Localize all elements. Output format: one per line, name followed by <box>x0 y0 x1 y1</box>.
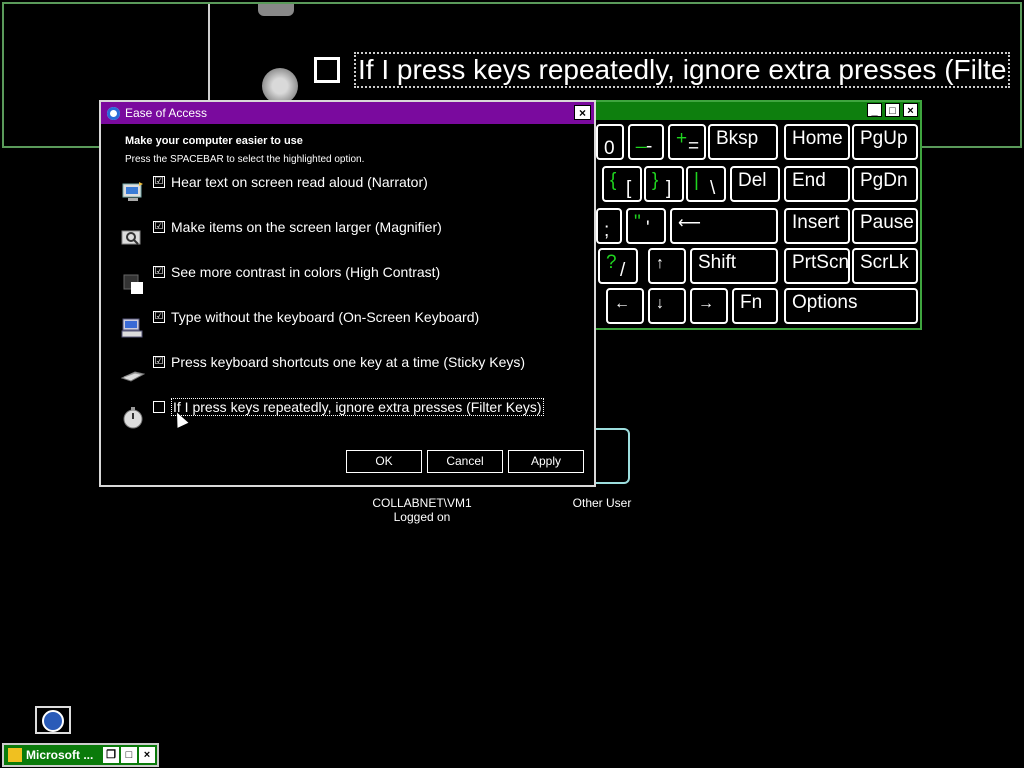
key-semicolon[interactable]: ; <box>596 208 622 244</box>
ease-of-access-icon <box>42 710 64 732</box>
ease-of-access-button[interactable] <box>35 706 71 734</box>
close-button[interactable]: × <box>903 103 918 117</box>
sticky-keys-icon <box>120 360 146 384</box>
filter-keys-label[interactable]: If I press keys repeatedly, ignore extra… <box>171 398 544 416</box>
osk-checkbox[interactable]: ☑ <box>153 311 165 323</box>
magnified-option-label: If I press keys repeatedly, ignore extra… <box>354 52 1011 88</box>
window-icon <box>8 748 22 762</box>
magnified-icon-fragment <box>258 4 294 16</box>
ease-of-access-dialog: Ease of Access × Make your computer easi… <box>99 100 596 487</box>
ok-button[interactable]: OK <box>346 450 422 473</box>
key-pgup[interactable]: PgUp <box>852 124 918 160</box>
minimize-button[interactable]: _ <box>867 103 882 117</box>
osk-titlebar[interactable]: _ □ × <box>562 102 920 120</box>
key-end[interactable]: End <box>784 166 850 202</box>
magnifier-label[interactable]: Make items on the screen larger (Magnifi… <box>171 219 442 235</box>
key-delete[interactable]: Del <box>730 166 780 202</box>
key-quote[interactable]: " ' <box>626 208 666 244</box>
key-equals[interactable]: + = <box>668 124 706 160</box>
other-user-label[interactable]: Other User <box>566 496 638 510</box>
dialog-title: Ease of Access <box>125 106 208 120</box>
key-shift[interactable]: Shift <box>690 248 778 284</box>
high-contrast-checkbox[interactable]: ☑ <box>153 266 165 278</box>
user-account-label: COLLABNET\VM1 Logged on <box>360 496 484 524</box>
key-close-bracket[interactable]: }] <box>644 166 684 202</box>
minimized-window[interactable]: Microsoft ... ❐ □ × <box>2 743 159 767</box>
ease-of-access-icon <box>107 106 120 120</box>
restore-button[interactable]: ❐ <box>103 747 119 763</box>
magnified-checkbox <box>314 57 340 83</box>
key-backslash[interactable]: | \ <box>686 166 726 202</box>
key-pause[interactable]: Pause <box>852 208 918 244</box>
key-slash[interactable]: ? / <box>598 248 638 284</box>
dialog-titlebar[interactable]: Ease of Access × <box>101 102 594 124</box>
keyboard-icon <box>121 315 145 339</box>
apply-button[interactable]: Apply <box>508 450 584 473</box>
key-right-arrow[interactable]: → <box>690 288 728 324</box>
key-up-arrow[interactable]: ↑ <box>648 248 686 284</box>
narrator-icon <box>121 180 145 204</box>
stopwatch-icon <box>121 405 145 429</box>
dialog-subheading: Press the SPACEBAR to select the highlig… <box>125 154 365 165</box>
dialog-heading: Make your computer easier to use <box>125 135 303 147</box>
maximize-button[interactable]: □ <box>121 747 137 763</box>
high-contrast-label[interactable]: See more contrast in colors (High Contra… <box>171 264 440 280</box>
contrast-icon <box>121 270 145 294</box>
close-button[interactable]: × <box>574 105 591 120</box>
key-pgdn[interactable]: PgDn <box>852 166 918 202</box>
magnified-option: If I press keys repeatedly, ignore extra… <box>262 52 1011 88</box>
osk-label[interactable]: Type without the keyboard (On-Screen Key… <box>171 309 479 325</box>
filter-keys-checkbox[interactable] <box>153 401 165 413</box>
minimized-window-title: Microsoft ... <box>26 748 94 762</box>
key-left-arrow[interactable]: ← <box>606 288 644 324</box>
sticky-keys-label[interactable]: Press keyboard shortcuts one key at a ti… <box>171 354 525 370</box>
user-name: COLLABNET\VM1 <box>372 496 472 510</box>
key-enter[interactable]: ⟵ <box>670 208 778 244</box>
key-backspace[interactable]: Bksp <box>708 124 778 160</box>
key-prtscn[interactable]: PrtScn <box>784 248 850 284</box>
magnifier-icon <box>121 225 145 249</box>
key-scrlk[interactable]: ScrLk <box>852 248 918 284</box>
option-high-contrast[interactable]: ☑ See more contrast in colors (High Cont… <box>121 264 440 294</box>
user-status: Logged on <box>393 510 451 524</box>
option-magnifier[interactable]: ☑ Make items on the screen larger (Magni… <box>121 219 442 249</box>
narrator-checkbox[interactable]: ☑ <box>153 176 165 188</box>
key-down-arrow[interactable]: ↓ <box>648 288 686 324</box>
key-minus[interactable]: _ - <box>628 124 664 160</box>
key-options[interactable]: Options <box>784 288 918 324</box>
key-fn[interactable]: Fn <box>732 288 778 324</box>
option-on-screen-keyboard[interactable]: ☑ Type without the keyboard (On-Screen K… <box>121 309 479 339</box>
option-narrator[interactable]: ☑ Hear text on screen read aloud (Narrat… <box>121 174 428 204</box>
maximize-button[interactable]: □ <box>885 103 900 117</box>
magnifier-checkbox[interactable]: ☑ <box>153 221 165 233</box>
key-insert[interactable]: Insert <box>784 208 850 244</box>
user-tile-frame[interactable] <box>596 428 630 484</box>
option-sticky-keys[interactable]: ☑ Press keyboard shortcuts one key at a … <box>120 354 525 384</box>
narrator-label[interactable]: Hear text on screen read aloud (Narrator… <box>171 174 428 190</box>
close-button[interactable]: × <box>139 747 155 763</box>
sticky-keys-checkbox[interactable]: ☑ <box>153 356 165 368</box>
key-home[interactable]: Home <box>784 124 850 160</box>
cancel-button[interactable]: Cancel <box>427 450 503 473</box>
key-0[interactable]: 0 <box>596 124 624 160</box>
key-open-bracket[interactable]: {[ <box>602 166 642 202</box>
